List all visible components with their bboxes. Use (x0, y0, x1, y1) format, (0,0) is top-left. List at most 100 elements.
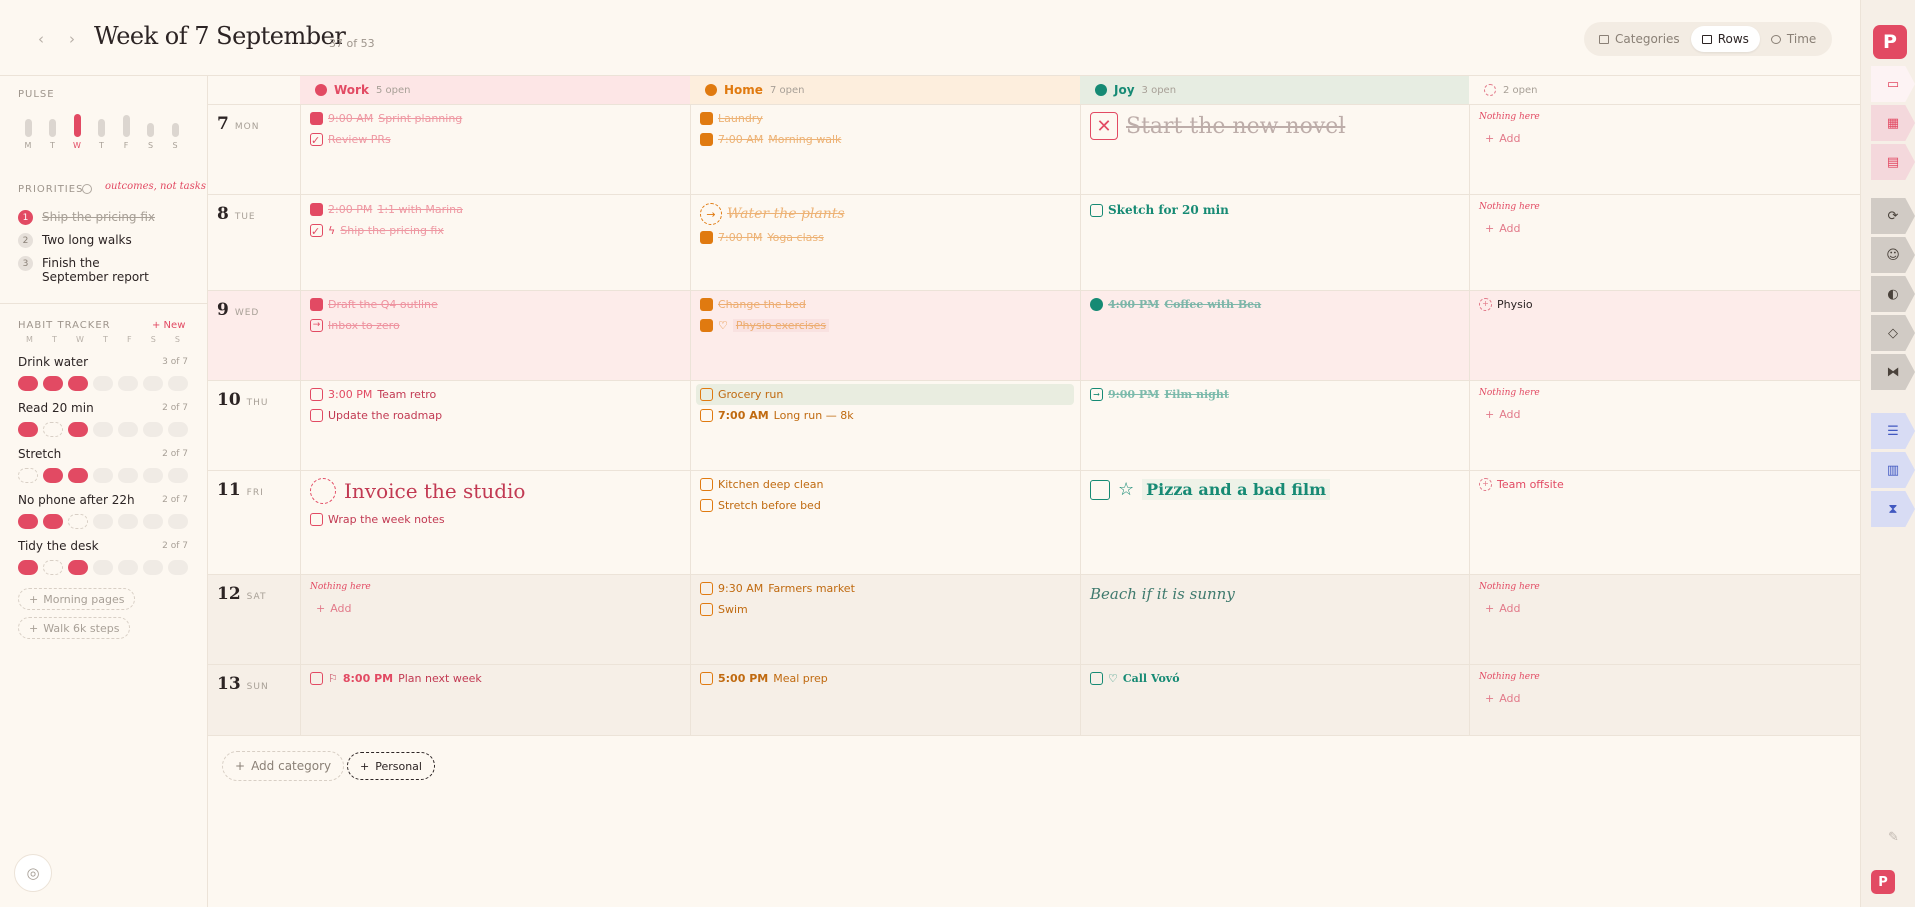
task-item[interactable]: ⚐ 8:00 PM Plan next week (310, 672, 482, 685)
next-week-button[interactable]: › (69, 30, 75, 48)
task-item[interactable]: 7:00 PM Yoga class (700, 231, 824, 244)
task-item[interactable]: Invoice the studio (310, 478, 525, 504)
habit-day-toggle[interactable] (43, 560, 63, 575)
calendar-grid-icon[interactable]: ▦ (1871, 105, 1915, 141)
task-item[interactable]: → Inbox to zero (310, 319, 400, 332)
checkbox[interactable] (700, 672, 713, 685)
task-item[interactable]: Change the bed (700, 298, 806, 311)
prev-week-button[interactable]: ‹ (38, 30, 44, 48)
checkbox[interactable] (700, 478, 713, 491)
habit-day-toggle[interactable] (18, 376, 38, 391)
checkbox[interactable] (1090, 203, 1103, 217)
habit-day-toggle[interactable] (93, 376, 113, 391)
task-item[interactable]: 5:00 PM Meal prep (700, 672, 828, 685)
checkbox[interactable] (700, 603, 713, 616)
column-header-work[interactable]: Work 5 open (300, 76, 410, 104)
task-item[interactable]: Grocery run (696, 384, 1074, 405)
mood-icon[interactable]: ☺ (1871, 237, 1915, 273)
habit-day-toggle[interactable] (168, 376, 188, 391)
check-icon[interactable]: ✓ (310, 133, 323, 147)
task-item[interactable]: ☆ Pizza and a bad film (1090, 479, 1331, 500)
task-item[interactable]: → 9:00 PM Film night (1090, 388, 1229, 401)
checkbox[interactable] (1090, 672, 1103, 685)
priority-item[interactable]: 2 Two long walks (18, 233, 188, 248)
arrow-right-icon[interactable]: → (310, 319, 323, 332)
dumbbell-icon[interactable]: ⧓ (1871, 354, 1915, 390)
habit-day-toggle[interactable] (143, 468, 163, 483)
checkbox[interactable] (700, 409, 713, 422)
habit-day-toggle[interactable] (68, 514, 88, 529)
task-item[interactable]: Draft the Q4 outline (310, 298, 438, 311)
checkbox[interactable] (310, 409, 323, 422)
habit-day-toggle[interactable] (18, 560, 38, 575)
check-icon[interactable]: ✓ (310, 224, 323, 238)
palette-button[interactable]: ◎ (14, 854, 52, 892)
checkbox[interactable] (310, 478, 336, 504)
habit-day-toggle[interactable] (143, 422, 163, 437)
task-item[interactable]: Laundry (700, 112, 763, 125)
task-item[interactable]: Stretch before bed (700, 499, 821, 512)
checkbox[interactable] (700, 133, 713, 146)
habit-day-toggle[interactable] (93, 560, 113, 575)
habit-day-toggle[interactable] (168, 468, 188, 483)
view-categories-button[interactable]: Categories (1588, 26, 1691, 52)
checkbox[interactable] (700, 319, 713, 332)
repeat-icon[interactable]: ⟳ (1871, 198, 1915, 234)
add-button[interactable]: + Add (1485, 602, 1521, 615)
habit-day-toggle[interactable] (43, 468, 63, 483)
habit-day-toggle[interactable] (168, 560, 188, 575)
task-item[interactable]: → Water the plants (700, 203, 845, 225)
task-item[interactable]: Wrap the week notes (310, 513, 445, 526)
new-habit-button[interactable]: + New (152, 320, 185, 331)
task-item[interactable]: ✓ Review PRs (310, 133, 391, 147)
habit-day-toggle[interactable] (118, 468, 138, 483)
water-drop-icon[interactable]: ◇ (1871, 315, 1915, 351)
task-item[interactable]: 4:00 PM Coffee with Bea (1090, 298, 1261, 311)
arrow-right-icon[interactable]: → (1090, 388, 1103, 401)
arrow-right-icon[interactable]: → (700, 203, 722, 225)
habit-day-toggle[interactable] (118, 422, 138, 437)
column-header-joy[interactable]: Joy 3 open (1080, 76, 1176, 104)
priority-item[interactable]: 3 Finish the September report (18, 256, 188, 284)
checkbox[interactable] (1090, 479, 1110, 500)
checkbox[interactable] (700, 582, 713, 595)
apple-icon[interactable]: ◐ (1871, 276, 1915, 312)
hourglass-icon[interactable]: ⧗ (1871, 491, 1915, 527)
books-icon[interactable]: ▥ (1871, 452, 1915, 488)
task-item[interactable]: Swim (700, 603, 748, 616)
add-button[interactable]: + Add (1485, 408, 1521, 421)
checkbox[interactable] (700, 112, 713, 125)
task-item[interactable]: Beach if it is sunny (1090, 585, 1235, 603)
view-rows-button[interactable]: Rows (1690, 26, 1760, 52)
checkbox[interactable] (700, 499, 713, 512)
task-item[interactable]: + Physio (1479, 298, 1533, 311)
habit-day-toggle[interactable] (93, 514, 113, 529)
checkbox[interactable] (310, 672, 323, 685)
habit-day-toggle[interactable] (68, 560, 88, 575)
task-item[interactable]: ♡ Physio exercises (700, 319, 830, 332)
task-item[interactable]: Update the roadmap (310, 409, 442, 422)
personal-chip[interactable]: + Personal (347, 752, 435, 780)
habit-day-toggle[interactable] (18, 422, 38, 437)
habit-day-toggle[interactable] (118, 560, 138, 575)
close-icon[interactable]: ✕ (1090, 112, 1118, 140)
task-item[interactable]: 7:00 AM Morning walk (700, 133, 841, 146)
habit-day-toggle[interactable] (93, 468, 113, 483)
habit-day-toggle[interactable] (68, 422, 88, 437)
task-item[interactable]: 9:00 AM Sprint planning (310, 112, 462, 125)
add-button[interactable]: + Add (316, 602, 352, 615)
checkbox[interactable] (700, 231, 713, 244)
checkbox[interactable] (310, 513, 323, 526)
pencil-icon[interactable]: ✎ (1888, 830, 1899, 845)
view-time-button[interactable]: Time (1760, 26, 1827, 52)
column-header-other[interactable]: 2 open (1469, 76, 1538, 104)
calendar-month-icon[interactable]: ▤ (1871, 144, 1915, 180)
checkbox[interactable] (700, 388, 713, 401)
habit-day-toggle[interactable] (43, 514, 63, 529)
checkbox[interactable] (700, 298, 713, 311)
habit-day-toggle[interactable] (168, 514, 188, 529)
habit-day-toggle[interactable] (68, 376, 88, 391)
habit-day-toggle[interactable] (143, 560, 163, 575)
habit-day-toggle[interactable] (168, 422, 188, 437)
task-item[interactable]: 7:00 AM Long run — 8k (700, 409, 854, 422)
